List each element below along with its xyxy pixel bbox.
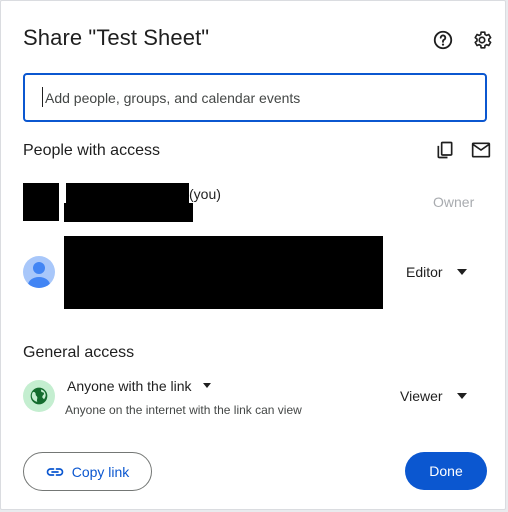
add-people-input[interactable] bbox=[43, 88, 467, 107]
viewer-role-label: Viewer bbox=[400, 388, 443, 404]
copy-icon[interactable] bbox=[435, 140, 455, 160]
copy-link-label: Copy link bbox=[71, 463, 130, 480]
dialog-title: Share "Test Sheet" bbox=[23, 25, 210, 50]
editor-role-dropdown[interactable]: Editor bbox=[406, 264, 467, 280]
owner-role-label: Owner bbox=[433, 194, 475, 210]
owner-you-label: (you) bbox=[189, 186, 221, 202]
globe-icon bbox=[23, 380, 55, 412]
copy-link-button[interactable]: Copy link bbox=[23, 452, 152, 491]
gear-icon bbox=[474, 31, 492, 49]
help-circle-icon bbox=[433, 30, 453, 50]
text-caret bbox=[42, 87, 43, 107]
viewer-role-dropdown[interactable]: Viewer bbox=[400, 388, 467, 404]
mail-icon[interactable] bbox=[471, 141, 491, 159]
link-access-label: Anyone with the link bbox=[67, 378, 192, 394]
share-dialog: Share "Test Sheet" People with access (y… bbox=[0, 0, 506, 510]
owner-name-redacted bbox=[66, 183, 189, 203]
avatar bbox=[23, 256, 55, 288]
dropdown-arrow-icon bbox=[456, 393, 467, 399]
editor-role-label: Editor bbox=[406, 264, 443, 280]
done-button[interactable]: Done bbox=[405, 452, 487, 490]
people-with-access-heading: People with access bbox=[23, 142, 160, 159]
globe-glyph bbox=[30, 387, 48, 405]
dropdown-arrow-icon bbox=[456, 269, 467, 275]
settings-button[interactable] bbox=[471, 29, 493, 51]
dropdown-arrow-icon bbox=[202, 383, 211, 388]
owner-email-redacted bbox=[64, 203, 193, 222]
general-access-heading: General access bbox=[23, 344, 135, 361]
help-icon[interactable] bbox=[432, 29, 454, 51]
link-icon bbox=[46, 467, 63, 476]
add-people-field[interactable] bbox=[23, 73, 487, 122]
link-access-dropdown[interactable]: Anyone with the link bbox=[67, 378, 212, 394]
person-icon bbox=[28, 262, 50, 288]
editor-identity-redacted bbox=[64, 236, 383, 309]
owner-avatar-redacted bbox=[23, 183, 59, 221]
link-access-description: Anyone on the internet with the link can… bbox=[65, 403, 302, 417]
